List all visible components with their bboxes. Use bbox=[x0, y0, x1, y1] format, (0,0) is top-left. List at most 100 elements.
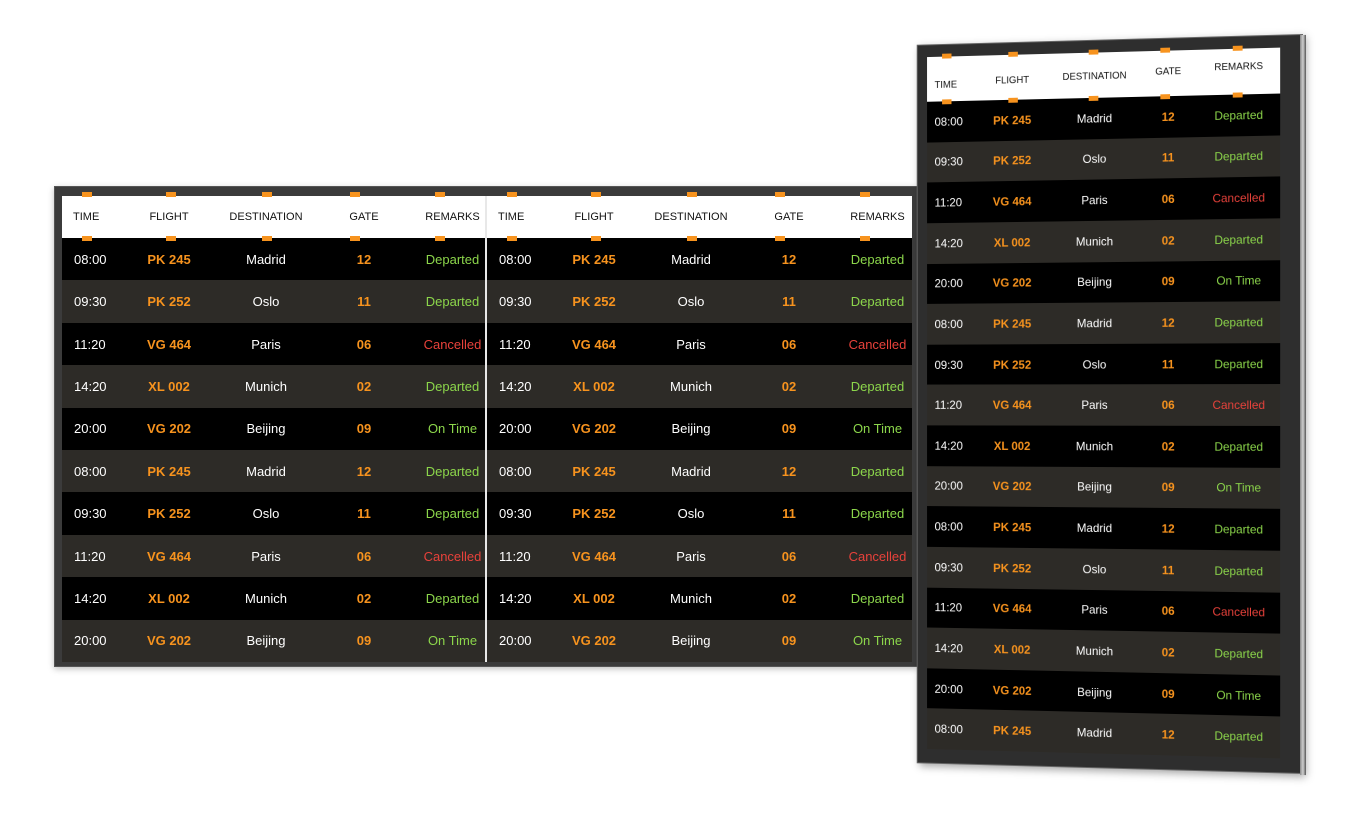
header-tab bbox=[82, 192, 92, 197]
flight-destination: Madrid bbox=[1076, 111, 1113, 126]
flight-gate: 11 bbox=[1161, 562, 1175, 577]
flight-remarks: Departed bbox=[850, 251, 905, 267]
header-tab bbox=[166, 236, 176, 241]
flight-destination: Munich bbox=[670, 378, 712, 394]
header-tab bbox=[262, 236, 272, 241]
flight-time: 11:20 bbox=[74, 336, 106, 352]
flight-destination: Paris bbox=[1081, 193, 1108, 208]
flight-remarks: Cancelled bbox=[423, 336, 482, 352]
table-row: 20:00 VG 202 Beijing 09 On Time bbox=[487, 619, 912, 663]
table-row: 11:20 VG 464 Paris 06 Cancelled bbox=[927, 384, 1281, 426]
header-tab bbox=[775, 192, 785, 197]
flight-time: 14:20 bbox=[934, 236, 963, 251]
flight-number: PK 252 bbox=[993, 560, 1032, 576]
flight-gate: 11 bbox=[357, 506, 371, 522]
table-row: 08:00 PK 245 Madrid 12 Departed bbox=[927, 93, 1281, 143]
header-tab bbox=[166, 192, 176, 197]
header-tab bbox=[1008, 51, 1018, 57]
flight-remarks: Departed bbox=[1214, 356, 1264, 371]
col-time-header: TIME bbox=[934, 79, 958, 91]
flight-time: 20:00 bbox=[74, 421, 107, 437]
table-row: 14:20 XL 002 Munich 02 Departed bbox=[927, 218, 1281, 264]
flight-destination: Beijing bbox=[671, 421, 711, 437]
flight-gate: 02 bbox=[1161, 645, 1175, 660]
table-row: 11:20 VG 464 Paris 06 Cancelled bbox=[487, 534, 912, 578]
flight-remarks: Departed bbox=[1214, 232, 1264, 247]
flight-remarks: On Time bbox=[427, 633, 478, 649]
flight-number: XL 002 bbox=[993, 642, 1031, 657]
table-row: 09:30 PK 252 Oslo 11 Departed bbox=[927, 546, 1281, 593]
flight-number: VG 464 bbox=[571, 336, 617, 352]
flight-rows: 08:00 PK 245 Madrid 12 Departed 09:30 PK 252 Os… bbox=[62, 238, 485, 663]
table-row: 14:20 XL 002 Munich 02 Departed bbox=[487, 577, 912, 620]
table-row: 14:20 XL 002 Munich 02 Departed bbox=[927, 627, 1281, 676]
flight-time: 08:00 bbox=[499, 251, 532, 267]
flight-destination: Beijing bbox=[1077, 275, 1112, 290]
flight-number: XL 002 bbox=[993, 438, 1031, 453]
flight-gate: 09 bbox=[1161, 686, 1175, 701]
flight-remarks: Departed bbox=[425, 294, 480, 310]
flight-remarks: Departed bbox=[1214, 107, 1264, 123]
table-row: 09:30 PK 252 Oslo 11 Departed bbox=[927, 342, 1281, 385]
flight-destination: Madrid bbox=[246, 463, 286, 479]
departures-board-left: TIME FLIGHT DESTINATION GATE REMARKS 08:… bbox=[62, 192, 485, 663]
col-gate-header: GATE bbox=[774, 211, 804, 223]
flight-destination: Paris bbox=[1081, 398, 1108, 413]
flight-time: 11:20 bbox=[74, 548, 106, 564]
header-tab bbox=[591, 236, 601, 241]
flight-time: 20:00 bbox=[934, 479, 963, 494]
flight-remarks: Departed bbox=[1214, 563, 1264, 579]
flight-number: VG 464 bbox=[992, 398, 1032, 413]
table-row: 14:20 XL 002 Munich 02 Departed bbox=[62, 365, 485, 408]
departures-board-right: TIME FLIGHT DESTINATION GATE REMARKS 08:… bbox=[487, 192, 912, 663]
flight-time: 14:20 bbox=[74, 378, 107, 394]
flight-time: 09:30 bbox=[74, 294, 107, 310]
flight-number: PK 245 bbox=[572, 251, 616, 267]
flight-destination: Paris bbox=[251, 336, 281, 352]
flight-time: 09:30 bbox=[934, 357, 963, 372]
col-remarks-header: REMARKS bbox=[425, 211, 480, 223]
flight-remarks: On Time bbox=[1216, 687, 1262, 703]
flight-destination: Madrid bbox=[1076, 521, 1113, 536]
header-tab bbox=[942, 99, 952, 105]
flight-number: PK 252 bbox=[147, 294, 191, 310]
table-row: 08:00 PK 245 Madrid 12 Departed bbox=[62, 450, 485, 493]
flight-remarks: Cancelled bbox=[1212, 398, 1266, 413]
flight-remarks: On Time bbox=[427, 421, 478, 437]
header-tab bbox=[82, 236, 92, 241]
flight-gate: 09 bbox=[356, 633, 372, 649]
flight-time: 09:30 bbox=[934, 154, 963, 170]
flight-gate: 12 bbox=[1161, 521, 1175, 536]
flight-remarks: Cancelled bbox=[423, 548, 482, 564]
flight-destination: Oslo bbox=[1082, 357, 1107, 372]
flight-remarks: Cancelled bbox=[848, 548, 907, 564]
flight-number: PK 245 bbox=[993, 520, 1032, 535]
table-row: 09:30 PK 252 Oslo 11 Departed bbox=[487, 492, 912, 535]
flight-time: 08:00 bbox=[74, 463, 107, 479]
flight-gate: 02 bbox=[356, 378, 372, 394]
flight-gate: 12 bbox=[781, 463, 797, 479]
flight-destination: Oslo bbox=[252, 506, 280, 522]
header-tab bbox=[1160, 47, 1171, 53]
flight-time: 14:20 bbox=[934, 438, 963, 453]
flight-gate: 02 bbox=[781, 590, 797, 606]
flight-time: 11:20 bbox=[499, 336, 531, 352]
table-row: 09:30 PK 252 Oslo 11 Departed bbox=[927, 135, 1281, 183]
flight-number: VG 202 bbox=[571, 633, 617, 649]
flight-destination: Munich bbox=[1075, 643, 1114, 659]
flight-number: PK 252 bbox=[572, 506, 616, 522]
flight-destination: Madrid bbox=[246, 251, 286, 267]
flight-time: 14:20 bbox=[74, 590, 107, 606]
flight-destination: Madrid bbox=[1076, 316, 1113, 331]
table-row: 09:30 PK 252 Oslo 11 Departed bbox=[487, 280, 912, 323]
flight-time: 09:30 bbox=[499, 506, 532, 522]
flight-time: 08:00 bbox=[934, 519, 963, 534]
flight-time: 09:30 bbox=[499, 294, 532, 310]
flight-number: XL 002 bbox=[148, 378, 190, 394]
flight-time: 08:00 bbox=[934, 317, 963, 332]
flight-destination: Oslo bbox=[1082, 152, 1107, 167]
header-tab bbox=[350, 192, 360, 197]
flight-gate: 11 bbox=[1161, 357, 1175, 371]
flight-time: 08:00 bbox=[934, 722, 963, 737]
flight-remarks: On Time bbox=[852, 633, 903, 649]
